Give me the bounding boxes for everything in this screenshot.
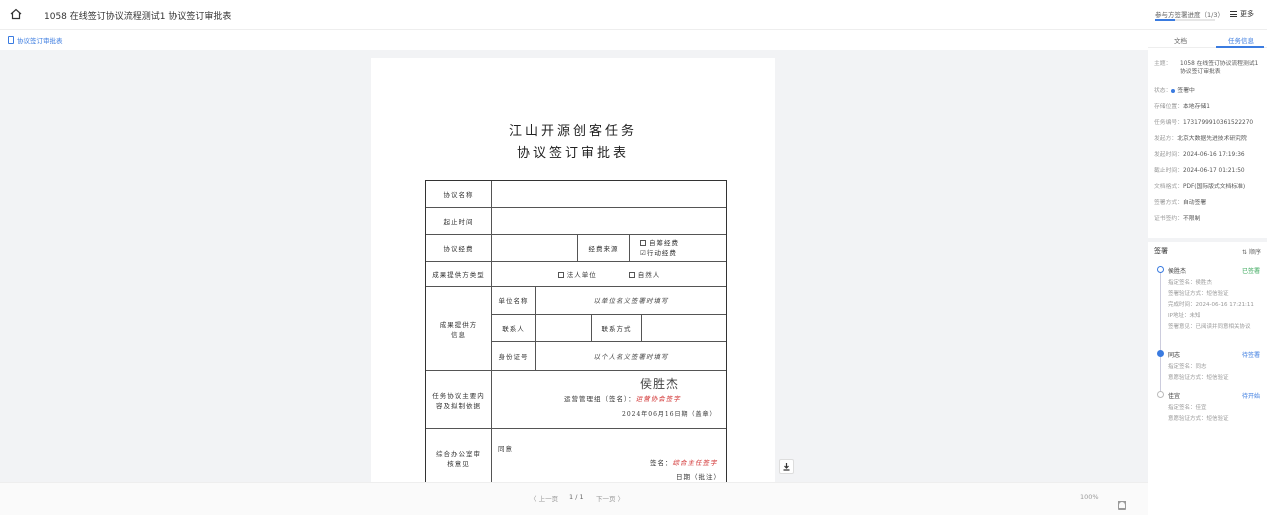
form-label: 协议经费 — [426, 235, 492, 261]
signer-status-icon — [1157, 266, 1164, 273]
signer-state: 待签署 — [1242, 352, 1261, 359]
sign-progress-bar — [1155, 19, 1215, 21]
handwritten-signature: 侯胜杰 — [640, 377, 680, 391]
home-icon[interactable] — [10, 8, 22, 20]
signer-detail: 完成时间：2024-06-16 17:21:11 — [1168, 302, 1254, 308]
form-row: 综合办公室审核意见 同意 签名：综合主任签字 日期（批注） — [426, 429, 726, 487]
signer-name: 同志 — [1168, 352, 1181, 359]
form-label: 协议名称 — [426, 181, 492, 207]
signer-detail: IP地址：未知 — [1168, 313, 1201, 319]
form-value — [492, 208, 726, 234]
document-tab[interactable]: 协议签订审批表 — [8, 35, 63, 45]
form-label: 联系人 — [492, 314, 536, 342]
signer-detail: 签署验证方式：短信验证 — [1168, 291, 1229, 297]
signer-state: 已签署 — [1242, 268, 1261, 275]
pager-bar: 〈 上一页 1 / 1 下一页 〉 100% — [0, 482, 1148, 515]
form-label: 经费来源 — [578, 235, 630, 261]
checkbox-icon — [557, 272, 564, 278]
form-value — [492, 181, 726, 207]
download-button[interactable] — [779, 459, 794, 474]
provider-type-options: 法人单位 自然人 — [492, 262, 726, 286]
document-viewer: 协议签订审批表 江山开源创客任务 协议签订审批表 协议名称 起止时间 协议经费 … — [0, 30, 1148, 515]
file-icon — [8, 36, 14, 44]
form-label: 成果提供方类型 — [426, 262, 492, 286]
office-opinion-area: 同意 签名：综合主任签字 日期（批注） — [498, 445, 721, 481]
form-row: 成果提供方信息 单位名称 以单位名义签署时填写 联系人 联系方式 身份证号 以个… — [426, 287, 726, 371]
checkbox-icon — [628, 272, 635, 278]
signer-name: 佳宜 — [1168, 393, 1181, 400]
signer-state: 待开始 — [1242, 393, 1261, 400]
page-indicator: 1 / 1 — [569, 493, 584, 501]
form-label: 任务协议主要内容及拟制依据 — [426, 371, 492, 428]
form-hint: 以个人名义签署时填写 — [593, 353, 669, 362]
document-title: 1058 在线签订协议流程测试1 协议签订审批表 — [44, 12, 232, 22]
signer-detail: 意愿验证方式：短信验证 — [1168, 375, 1229, 381]
approval-form: 协议名称 起止时间 协议经费 经费来源 自筹经费 ☑行动经费 成果提供方类型 法… — [425, 180, 727, 488]
signer-detail: 指定签名：侯胜杰 — [1168, 280, 1213, 286]
form-label: 成果提供方信息 — [426, 287, 492, 370]
menu-icon — [1230, 11, 1237, 17]
download-icon — [783, 463, 790, 471]
funds-source-options: 自筹经费 ☑行动经费 — [640, 239, 679, 257]
form-label: 联系方式 — [592, 314, 642, 342]
form-value — [492, 235, 578, 261]
form-label: 身份证号 — [492, 342, 536, 370]
signer-status-icon — [1157, 350, 1164, 357]
next-page-button[interactable]: 下一页 〉 — [596, 493, 624, 503]
form-row: 成果提供方类型 法人单位 自然人 — [426, 262, 726, 287]
side-tabs: 文档 任务信息 — [1148, 30, 1267, 48]
signer-detail: 指定签名：佳宜 — [1168, 405, 1207, 411]
layout-icon[interactable] — [1118, 501, 1126, 509]
signer-detail: 签署意见：已阅读并同意相关协议 — [1168, 324, 1251, 330]
form-row: 协议名称 — [426, 181, 726, 208]
prev-page-button[interactable]: 〈 上一页 — [530, 493, 558, 503]
form-row: 协议经费 经费来源 自筹经费 ☑行动经费 — [426, 235, 726, 262]
form-label: 起止时间 — [426, 208, 492, 234]
more-button[interactable]: 更多 — [1230, 9, 1254, 19]
manager-sign-area: 侯胜杰 运营管理组（签名）：运营协会签字 2024年06月16日期（盖章） — [564, 377, 717, 418]
status-dot-icon — [1171, 88, 1176, 93]
signer-status-icon — [1157, 391, 1164, 398]
signer-detail: 指定签名：同志 — [1168, 364, 1207, 370]
document-tabs: 协议签订审批表 — [0, 30, 1148, 50]
order-button[interactable]: ⇅ 顺序 — [1242, 247, 1261, 256]
document-heading-2: 协议签订审批表 — [516, 146, 629, 161]
form-hint: 以单位名义签署时填写 — [593, 297, 669, 306]
form-row: 任务协议主要内容及拟制依据 侯胜杰 运营管理组（签名）：运营协会签字 2024年… — [426, 371, 726, 429]
tab-task-info[interactable]: 任务信息 — [1228, 35, 1254, 45]
task-info-panel: 文档 任务信息 主题： 1058 在线签订协议流程测试1 协议签订审批表 状态：签… — [1148, 30, 1267, 515]
tab-file[interactable]: 文档 — [1174, 35, 1187, 45]
signer-name: 侯胜杰 — [1168, 268, 1187, 275]
signer-detail: 意愿验证方式：短信验证 — [1168, 416, 1229, 422]
zoom-level[interactable]: 100% — [1080, 493, 1099, 501]
form-label: 综合办公室审核意见 — [426, 429, 492, 487]
form-label: 单位名称 — [492, 287, 536, 314]
sign-progress-label[interactable]: 参与方签署进度（1/3） — [1155, 9, 1224, 19]
document-page: 江山开源创客任务 协议签订审批表 协议名称 起止时间 协议经费 经费来源 自筹经… — [371, 58, 775, 488]
form-row: 起止时间 — [426, 208, 726, 235]
document-heading-1: 江山开源创客任务 — [508, 124, 637, 139]
provider-info-sub: 单位名称 以单位名义签署时填写 联系人 联系方式 身份证号 以个人名义签署时填写 — [492, 287, 726, 370]
top-bar: 1058 在线签订协议流程测试1 协议签订审批表 参与方签署进度（1/3） 更多 — [0, 0, 1267, 30]
checkbox-icon — [640, 240, 646, 246]
signer-timeline — [1160, 266, 1161, 396]
signers-heading: 签署 — [1154, 247, 1168, 255]
